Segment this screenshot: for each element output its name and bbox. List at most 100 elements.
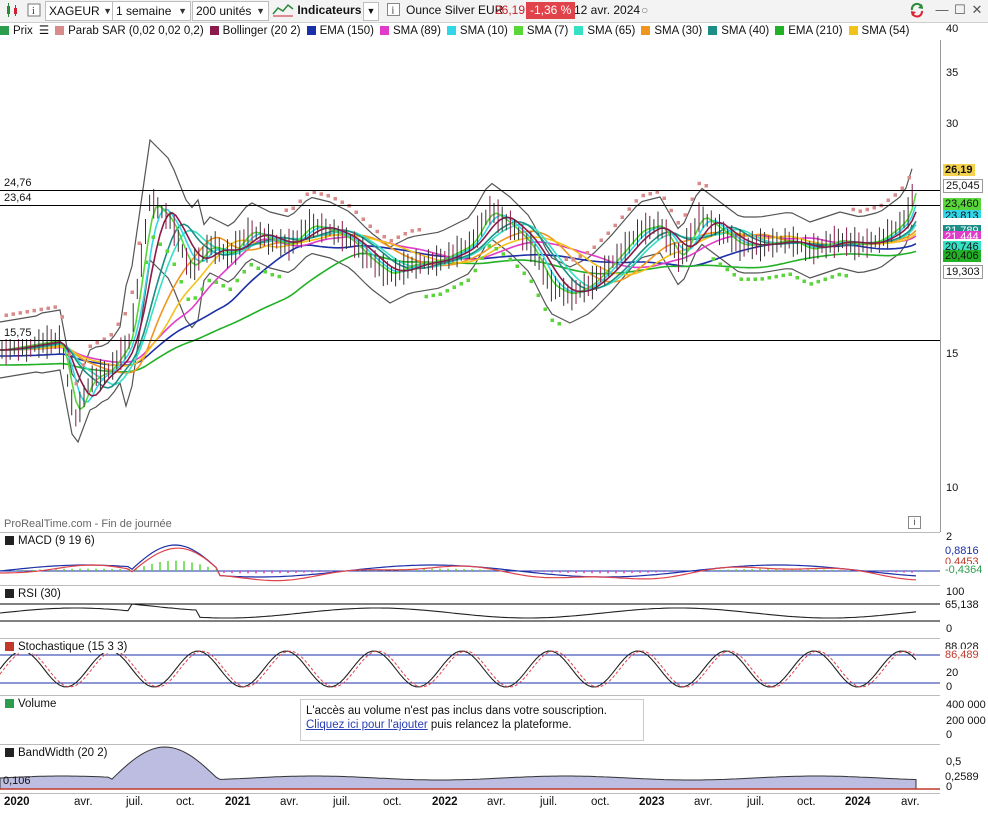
sar-dot bbox=[816, 279, 820, 284]
sar-dot bbox=[809, 282, 813, 286]
price-chart-panel[interactable]: 24,76 23,64 15,75 ProRealTime.com - Fin … bbox=[0, 40, 941, 532]
change-badge: -1,36 % bbox=[526, 2, 576, 19]
x-tick: avr. bbox=[280, 796, 299, 808]
legend-item-price[interactable]: Prix bbox=[0, 23, 33, 40]
sar-dot bbox=[88, 344, 92, 348]
sar-dot bbox=[669, 208, 673, 213]
legend-list-icon[interactable]: ☰ bbox=[39, 23, 49, 40]
refresh-icon[interactable] bbox=[909, 2, 925, 18]
legend-item-sma89[interactable]: SMA (89) bbox=[379, 23, 441, 40]
sar-dot bbox=[844, 274, 848, 278]
sar-dot bbox=[648, 192, 652, 196]
sar-dot bbox=[634, 199, 638, 203]
sar-dot bbox=[536, 293, 540, 297]
stochastic-title: Stochastique (15 3 3) bbox=[3, 641, 130, 653]
sar-dot bbox=[662, 196, 666, 200]
sar-dot bbox=[326, 194, 330, 198]
volume-subscription-message: L'accès au volume n'est pas inclus dans … bbox=[300, 699, 644, 741]
x-tick: oct. bbox=[797, 796, 816, 808]
sar-dot bbox=[641, 193, 645, 198]
close-icon[interactable]: ✕ bbox=[969, 2, 985, 18]
rsi-panel[interactable]: RSI (30) bbox=[0, 585, 940, 639]
x-tick: 2020 bbox=[4, 796, 30, 808]
watermark: ProRealTime.com - Fin de journée bbox=[4, 518, 172, 530]
indicators-button[interactable]: Indicateurs bbox=[272, 2, 361, 19]
sar-dot bbox=[907, 176, 911, 180]
sar-dot bbox=[585, 251, 589, 255]
stochastic-canvas bbox=[0, 650, 940, 688]
macd-panel[interactable]: MACD (9 19 6) bbox=[0, 532, 940, 586]
sar-dot bbox=[193, 296, 197, 300]
level-label: 24,76 bbox=[3, 177, 33, 189]
add-volume-link[interactable]: Cliquez ici pour l'ajouter bbox=[306, 719, 428, 731]
volume-tick: 200 000 bbox=[946, 715, 986, 727]
units-select[interactable]: 200 unités ▼ bbox=[192, 1, 269, 21]
sar-dot bbox=[837, 272, 841, 277]
legend-item-sar[interactable]: Parab SAR (0,02 0,02 0,2) bbox=[55, 23, 204, 40]
sar-dot bbox=[543, 307, 547, 311]
macd-hist-value: -0,4364 bbox=[945, 564, 983, 576]
legend-item-sma7[interactable]: SMA (7) bbox=[513, 23, 568, 40]
sar-dot bbox=[361, 217, 365, 221]
sar-dot bbox=[270, 273, 274, 277]
bandwidth-tick: 0 bbox=[946, 781, 953, 793]
sar-dot bbox=[39, 307, 43, 312]
time-axis[interactable]: 2020 avr. juil. oct. 2021 avr. juil. oct… bbox=[0, 793, 940, 814]
x-tick: juil. bbox=[540, 796, 558, 808]
instrument-info-icon[interactable]: i bbox=[387, 3, 400, 20]
status-circle-icon: ○ bbox=[641, 3, 649, 17]
stochastic-panel[interactable]: Stochastique (15 3 3) bbox=[0, 638, 940, 696]
candlestick-icon[interactable] bbox=[4, 2, 20, 19]
price-axis[interactable]: 40 35 30 15 10 26,19 25,045 23,460 23,81… bbox=[940, 22, 988, 532]
bandwidth-panel[interactable]: BandWidth (20 2) 0,106 bbox=[0, 744, 940, 794]
sar-dot bbox=[137, 241, 141, 245]
sma10-line bbox=[0, 204, 917, 403]
sar-dot bbox=[893, 193, 897, 197]
sar-dot bbox=[459, 282, 463, 286]
sar-dot bbox=[410, 229, 414, 233]
legend-swatch bbox=[574, 26, 584, 35]
svg-text:i: i bbox=[32, 6, 35, 17]
x-tick: 2022 bbox=[432, 796, 458, 808]
legend-item-sma30[interactable]: SMA (30) bbox=[641, 23, 702, 40]
sar-dot bbox=[571, 258, 575, 262]
legend-item-sma40[interactable]: SMA (40) bbox=[708, 23, 769, 40]
sar-dot bbox=[858, 209, 862, 213]
legend-item-sma54[interactable]: SMA (54) bbox=[848, 23, 909, 40]
sar-dot bbox=[739, 277, 743, 281]
sar-dot bbox=[95, 341, 99, 345]
sar-dot bbox=[46, 306, 50, 310]
stoch-tick: 20 bbox=[946, 667, 959, 679]
symbol-select[interactable]: XAGEUR ▼ bbox=[45, 1, 116, 21]
legend-item-ema150[interactable]: EMA (150) bbox=[306, 23, 374, 40]
sar-dot bbox=[515, 264, 519, 268]
sar-dot bbox=[382, 235, 386, 239]
legend-item-sma10[interactable]: SMA (10) bbox=[446, 23, 508, 40]
volume-title: Volume bbox=[3, 698, 59, 710]
macd-canvas bbox=[0, 544, 940, 582]
maximize-icon[interactable]: ☐ bbox=[952, 2, 968, 18]
legend-label: SMA (40) bbox=[721, 25, 770, 37]
rsi-line bbox=[0, 603, 917, 619]
info-icon[interactable]: i bbox=[27, 3, 41, 20]
indicators-dropdown-button[interactable]: ▼ bbox=[363, 2, 379, 21]
period-select[interactable]: 1 semaine ▼ bbox=[112, 1, 191, 21]
sar-dot bbox=[508, 257, 512, 261]
ema210-label: 20,406 bbox=[943, 250, 981, 262]
sar-dot bbox=[277, 274, 281, 279]
panel-swatch bbox=[5, 642, 14, 651]
rsi-axis: 100 65,138 0 bbox=[940, 585, 988, 638]
legend-item-ema210[interactable]: EMA (210) bbox=[775, 23, 843, 40]
legend-item-sma65[interactable]: SMA (65) bbox=[574, 23, 635, 40]
macd-line bbox=[0, 544, 917, 578]
legend-label: Prix bbox=[13, 25, 33, 37]
legend-label: SMA (65) bbox=[587, 25, 636, 37]
y-tick: 10 bbox=[946, 482, 959, 494]
panel-swatch bbox=[5, 589, 14, 598]
sar-dot bbox=[25, 310, 29, 314]
legend-item-bollinger[interactable]: Bollinger (20 2) bbox=[209, 23, 301, 40]
minimize-icon[interactable]: — bbox=[934, 2, 950, 18]
stochastic-axis: 88,028 86,489 20 0 bbox=[940, 638, 988, 695]
sar-dot bbox=[151, 235, 155, 239]
chart-info-icon[interactable]: i bbox=[908, 516, 921, 529]
